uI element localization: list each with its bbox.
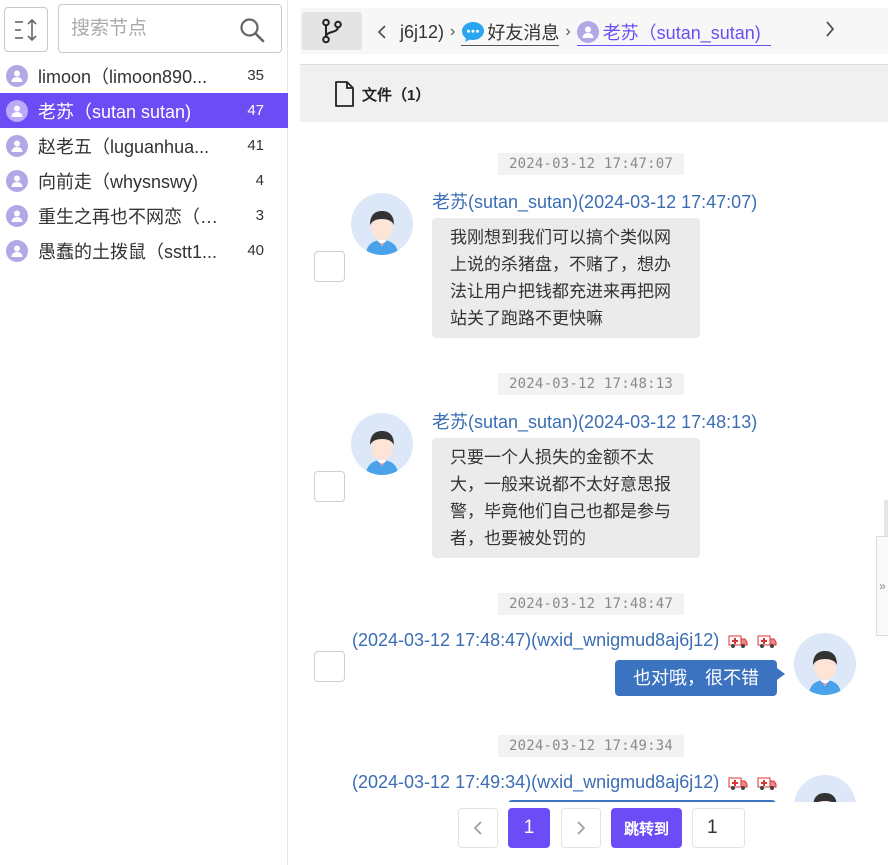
contact-avatar [351,413,413,475]
search-box [58,4,282,53]
expand-handle[interactable]: » [876,536,888,636]
node-item[interactable]: 向前走（whysnswy) 4 [0,163,288,198]
tab-label: 文件（1） [362,86,431,104]
tab-bar: 文件（1） [300,64,888,122]
prev-page-button[interactable] [458,808,498,848]
breadcrumb-separator: › [450,23,456,40]
chevron-left-icon [473,821,482,835]
message-sender: (2024-03-12 17:48:47)(wxid_wnigmud8aj6j1… [352,630,777,651]
ambulance-icon [728,635,748,649]
page-number-current[interactable]: 1 [508,808,550,848]
next-page-button[interactable] [561,808,601,848]
sort-icon [15,18,37,41]
self-avatar [794,775,856,802]
message-sender: 老苏(sutan_sutan)(2024-03-12 17:47:07) [432,192,758,212]
message-timestamp: 2024-03-12 17:47:07 [498,153,684,175]
chat-panel: j6j12) › 好友消息 › 老苏（sutan_sutan) 文件（1） 20… [300,0,888,865]
breadcrumb-item-friend-messages[interactable]: 好友消息 [461,19,560,46]
breadcrumb-item-account[interactable]: j6j12) [400,22,444,43]
message-bubble: 我刚想到我们可以搞个类似网 上说的杀猪盘，不赌了，想办 法让用户把钱都充进来再把… [432,218,700,338]
message-timestamp: 2024-03-12 17:48:13 [498,373,684,395]
node-name: 愚蠢的土拨鼠（sstt1... [38,241,218,262]
node-count: 40 [247,242,264,259]
self-avatar [794,633,856,695]
node-name: 重生之再也不网恋（Fil... [38,206,224,227]
node-item[interactable]: limoon（limoon890... 35 [0,58,288,93]
user-icon [6,99,28,122]
branch-button[interactable] [302,12,362,50]
node-list: limoon（limoon890... 35 老苏（sutan sutan) 4… [0,58,288,268]
message-checkbox[interactable] [314,651,345,682]
message-line: 法让用户把钱都充进来再把网 [450,282,671,301]
message-checkbox[interactable] [314,251,345,282]
node-count: 4 [255,172,264,189]
message-checkbox[interactable] [314,471,345,502]
message-line: 站关了跑路不更快嘛 [450,309,603,328]
user-icon [576,20,599,43]
message-line: 上说的杀猪盘，不赌了，想办 [450,255,671,274]
node-name: 赵老五（luguanhua... [38,136,210,157]
breadcrumb-item-contact[interactable]: 老苏（sutan_sutan) [576,19,771,46]
breadcrumb-separator: › [565,23,571,40]
node-item[interactable]: 赵老五（luguanhua... 41 [0,128,288,163]
jump-to-page-button[interactable]: 跳转到 [611,808,682,848]
ambulance-icon [728,777,748,791]
user-icon [6,64,28,87]
node-name: limoon（limoon890... [38,66,208,87]
message-timestamp: 2024-03-12 17:48:47 [498,593,684,615]
breadcrumb: j6j12) › 好友消息 › 老苏（sutan_sutan) [300,8,888,54]
ambulance-icon [757,635,777,649]
node-sidebar: limoon（limoon890... 35 老苏（sutan sutan) 4… [0,0,288,865]
message-line: 只要一个人损失的金额不太 [450,448,654,467]
panel-edge [884,500,888,536]
node-count: 41 [247,137,264,154]
message-list: 2024-03-12 17:47:07 老苏(sutan_sutan)(2024… [300,122,888,802]
message-line: 大，一般来说都不太好意思报 [450,475,671,494]
sort-button[interactable] [4,7,48,52]
message-line: 警，毕竟他们自己也都是参与 [450,502,671,521]
chevron-left-icon[interactable] [376,24,388,40]
search-icon[interactable] [239,17,265,43]
node-item[interactable]: 愚蠢的土拨鼠（sstt1... 40 [0,233,288,268]
file-icon [335,81,354,107]
search-input[interactable] [71,15,231,43]
ambulance-icon [757,777,777,791]
chevron-right-icon [577,821,586,835]
message-line: 我刚想到我们可以搞个类似网 [450,228,671,247]
node-item[interactable]: 重生之再也不网恋（Fil... 3 [0,198,288,233]
breadcrumb-trail: j6j12) › 好友消息 › 老苏（sutan_sutan) [376,18,771,46]
user-icon [6,239,28,262]
node-count: 3 [255,207,264,224]
node-name: 向前走（whysnswy) [38,171,199,192]
branch-icon [322,18,342,44]
node-count: 47 [247,102,264,119]
page-number-input[interactable]: 1 [692,808,745,848]
user-icon [6,134,28,157]
chat-bubble-icon [462,21,485,42]
chevron-right-icon[interactable] [824,20,836,38]
sidebar-toolbar [0,0,288,62]
node-name: 老苏（sutan sutan) [38,101,192,122]
tab-files[interactable]: 文件（1） [334,81,430,107]
message-sender-label: (2024-03-12 17:49:34)(wxid_wnigmud8aj6j1… [352,772,720,792]
user-icon [6,204,28,227]
breadcrumb-label: 好友消息 [487,22,560,43]
message-sender: (2024-03-12 17:49:34)(wxid_wnigmud8aj6j1… [352,772,777,793]
message-bubble: 也对哦，很不错 [615,660,785,696]
message-bubble: 只要一个人损失的金额不太 大，一般来说都不太好意思报 警，毕竟他们自己也都是参与… [432,438,700,558]
breadcrumb-label: 老苏（sutan_sutan) [602,22,761,43]
message-sender: 老苏(sutan_sutan)(2024-03-12 17:48:13) [432,412,758,432]
message-timestamp: 2024-03-12 17:49:34 [498,735,684,757]
pagination: 1 跳转到 1 [300,802,888,865]
contact-avatar [351,193,413,255]
node-item-selected[interactable]: 老苏（sutan sutan) 47 [0,93,288,128]
message-sender-label: (2024-03-12 17:48:47)(wxid_wnigmud8aj6j1… [352,630,720,650]
user-icon [6,169,28,192]
message-line: 者，也要被处罚的 [450,529,586,548]
node-count: 35 [247,67,264,84]
